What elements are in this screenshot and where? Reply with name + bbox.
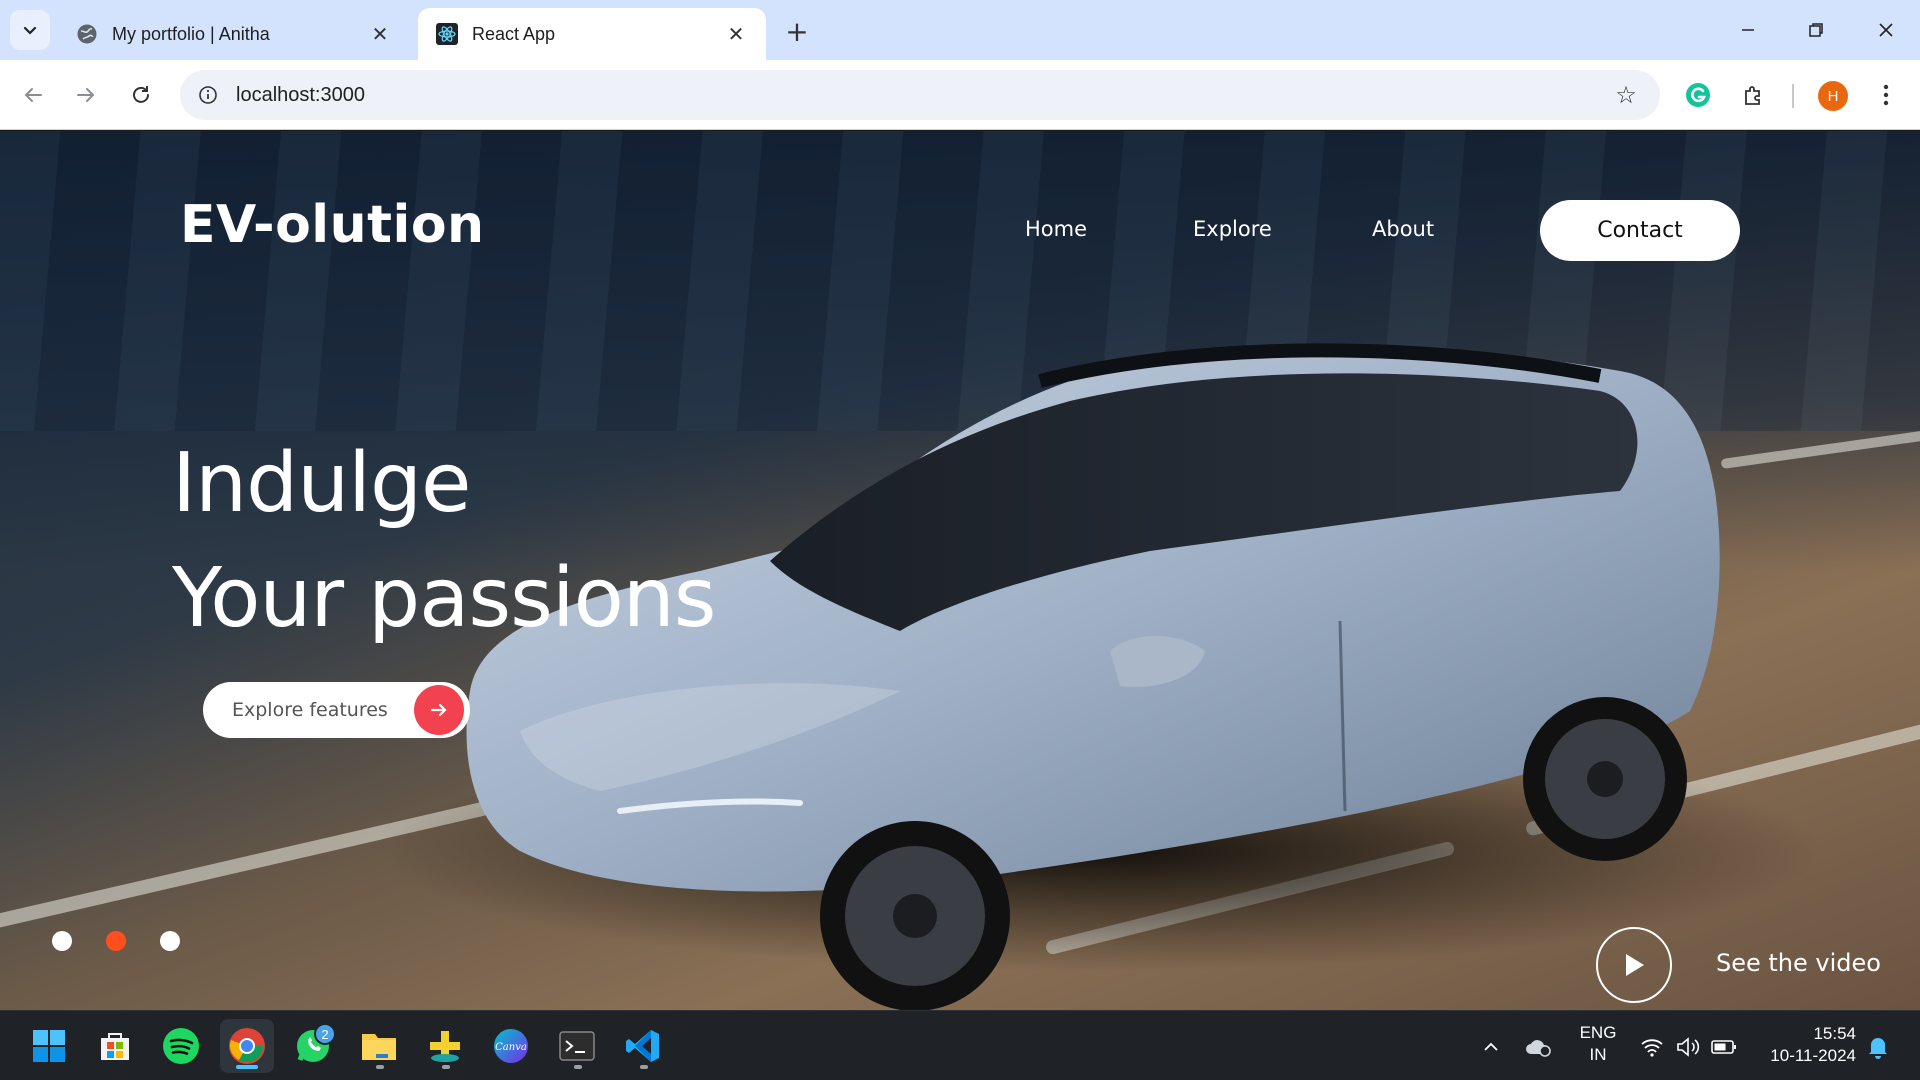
nav-link-about[interactable]: About <box>1372 217 1434 241</box>
volume-icon[interactable] <box>1674 1033 1702 1061</box>
contact-button[interactable]: Contact <box>1540 200 1740 261</box>
onedrive-cloud-icon[interactable] <box>1524 1033 1552 1061</box>
app-plus-icon[interactable] <box>418 1019 472 1073</box>
profile-avatar[interactable]: H <box>1818 81 1848 111</box>
microsoft-store-icon[interactable] <box>88 1019 142 1073</box>
explore-features-button[interactable]: Explore features <box>203 682 470 738</box>
carousel-dot-2-active[interactable] <box>106 931 126 951</box>
language-region: IN <box>1589 1045 1607 1064</box>
restore-icon[interactable] <box>1794 10 1838 50</box>
site-info-icon[interactable] <box>194 81 222 109</box>
extensions-puzzle-icon[interactable] <box>1736 77 1772 113</box>
clock[interactable]: 15:54 10-11-2024 <box>1756 1023 1856 1067</box>
open-app-indicator <box>640 1065 648 1069</box>
browser-toolbar: localhost:3000 ☆ H <box>0 60 1920 130</box>
spotify-icon[interactable] <box>154 1019 208 1073</box>
explore-features-label: Explore features <box>232 699 388 721</box>
nav-link-home[interactable]: Home <box>1025 217 1087 241</box>
canva-icon[interactable]: Canva <box>484 1019 538 1073</box>
back-arrow-icon[interactable] <box>15 77 51 113</box>
close-tab-icon[interactable]: ✕ <box>368 22 392 46</box>
more-menu-icon[interactable] <box>1868 77 1904 113</box>
chrome-icon[interactable] <box>220 1019 274 1073</box>
windows-taskbar: 2 Canva ENG IN 15:54 10-11-2024 <box>0 1010 1920 1080</box>
address-bar[interactable]: localhost:3000 ☆ <box>180 70 1660 120</box>
svg-text:Canva: Canva <box>495 1042 527 1053</box>
notification-bell-icon[interactable] <box>1864 1033 1892 1061</box>
chevron-up-icon[interactable] <box>1477 1033 1505 1061</box>
react-icon <box>436 23 458 45</box>
open-app-indicator <box>376 1065 384 1069</box>
whatsapp-icon[interactable]: 2 <box>286 1019 340 1073</box>
windows-start-icon[interactable] <box>22 1019 76 1073</box>
tab-title: React App <box>472 23 556 44</box>
globe-icon <box>76 23 98 45</box>
play-icon <box>1626 954 1644 976</box>
forward-arrow-icon[interactable] <box>68 77 104 113</box>
carousel-dot-3[interactable] <box>160 931 180 951</box>
toolbar-divider <box>1792 84 1794 108</box>
see-the-video-link[interactable]: See the video <box>1716 949 1881 977</box>
site-brand-logo[interactable]: EV-olution <box>180 195 485 255</box>
active-app-indicator <box>236 1065 258 1069</box>
close-tab-icon[interactable]: ✕ <box>724 22 748 46</box>
file-explorer-icon[interactable] <box>352 1019 406 1073</box>
terminal-icon[interactable] <box>550 1019 604 1073</box>
tab-react-app[interactable]: React App ✕ <box>418 8 766 60</box>
tab-title: My portfolio | Anitha <box>112 23 270 44</box>
close-window-icon[interactable] <box>1864 10 1908 50</box>
open-app-indicator <box>574 1065 582 1069</box>
new-tab-button[interactable]: + <box>780 14 814 48</box>
hero-section: EV-olution Home Explore About Contact In… <box>0 131 1920 1010</box>
tab-portfolio[interactable]: My portfolio | Anitha ✕ <box>58 8 410 60</box>
battery-icon[interactable] <box>1710 1033 1738 1061</box>
whatsapp-notification-badge: 2 <box>314 1023 336 1045</box>
wifi-icon[interactable] <box>1638 1033 1666 1061</box>
hero-heading-line-2: Your passions <box>172 551 717 646</box>
clock-date: 10-11-2024 <box>1770 1046 1856 1065</box>
carousel-dot-1[interactable] <box>52 931 72 951</box>
grammarly-icon[interactable] <box>1680 77 1716 113</box>
open-app-indicator <box>442 1065 450 1069</box>
minimize-icon[interactable] <box>1726 10 1770 50</box>
language-code: ENG <box>1579 1023 1617 1042</box>
clock-time: 15:54 <box>1813 1024 1856 1043</box>
nav-link-explore[interactable]: Explore <box>1193 217 1272 241</box>
language-indicator[interactable]: ENG IN <box>1574 1022 1622 1066</box>
play-video-button[interactable] <box>1596 927 1672 1003</box>
arrow-right-icon <box>414 685 464 735</box>
tab-search-button[interactable] <box>10 10 50 50</box>
vscode-icon[interactable] <box>616 1019 670 1073</box>
chevron-down-icon <box>23 26 37 35</box>
bookmark-star-icon[interactable]: ☆ <box>1612 81 1640 109</box>
reload-icon[interactable] <box>123 77 159 113</box>
hero-heading-line-1: Indulge <box>172 436 471 531</box>
url-text[interactable]: localhost:3000 <box>236 84 365 107</box>
browser-tab-strip: My portfolio | Anitha ✕ React App ✕ + <box>0 0 1920 60</box>
